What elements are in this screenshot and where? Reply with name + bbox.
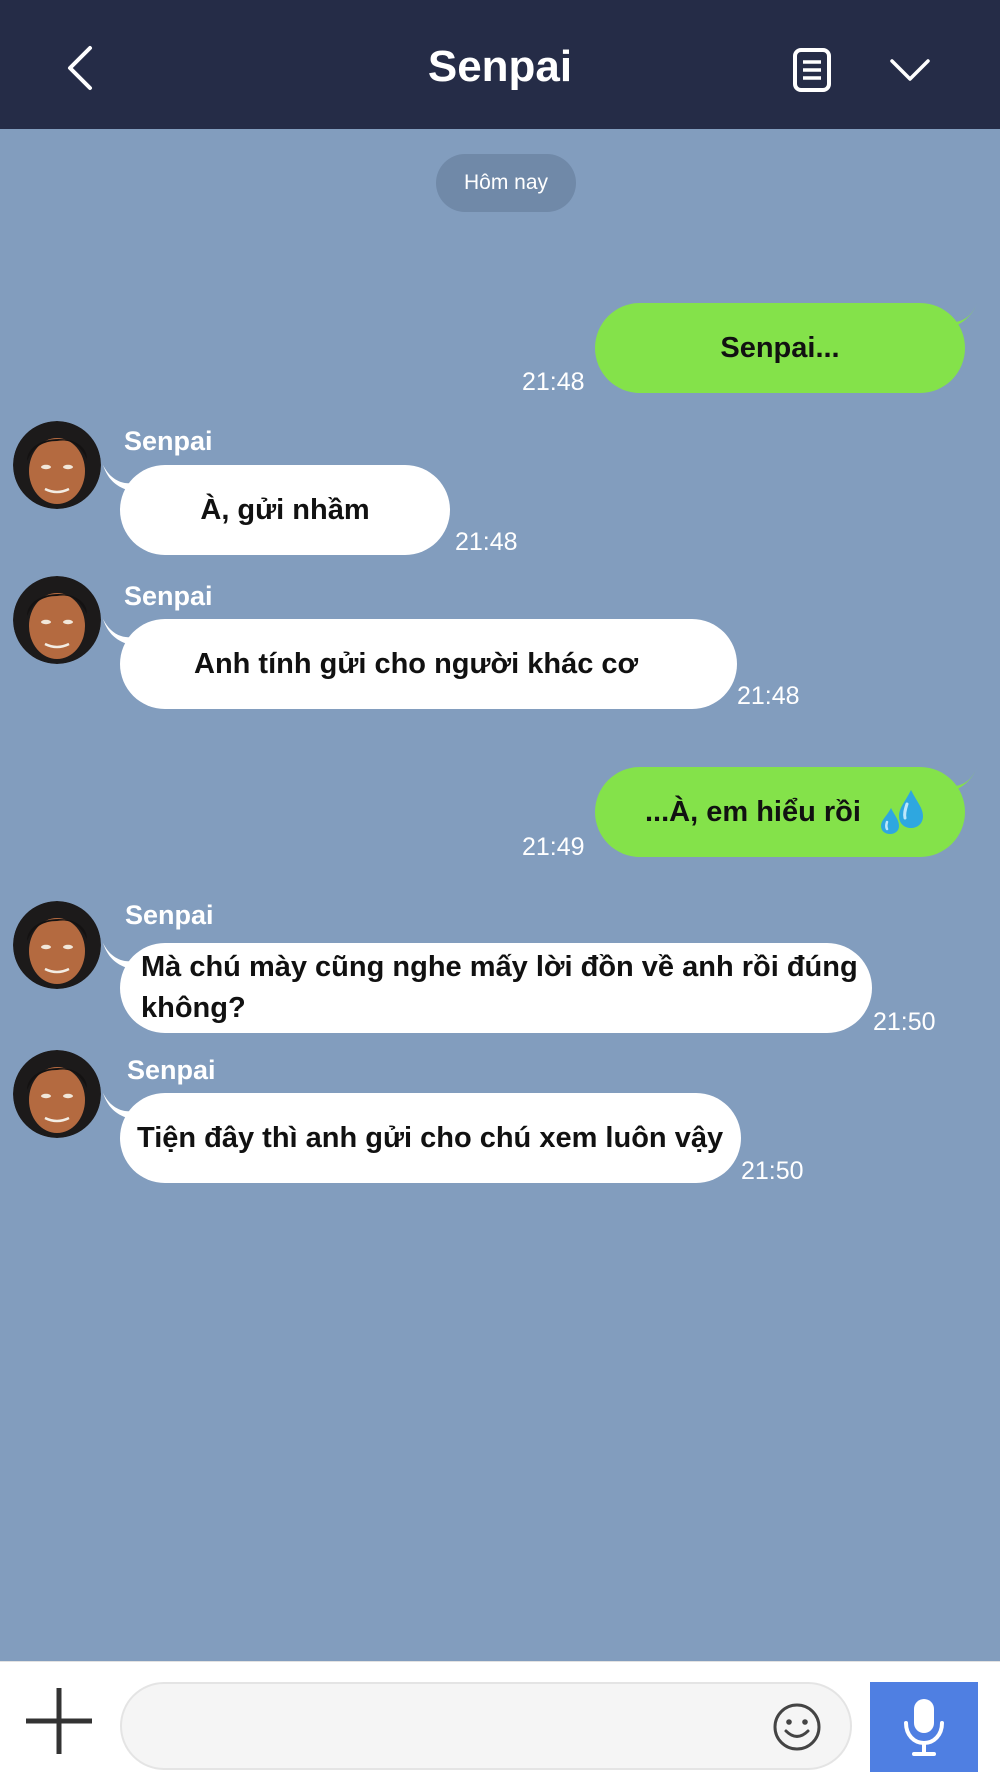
avatar[interactable] xyxy=(13,901,101,989)
message-text: Anh tính gửi cho người khác cơ xyxy=(194,647,639,680)
message-time: 21:50 xyxy=(873,1008,936,1036)
add-attachment-button[interactable] xyxy=(22,1684,96,1758)
message-time: 21:50 xyxy=(741,1157,804,1185)
message-bubble[interactable]: À, gửi nhầm xyxy=(120,465,450,555)
message-input-bar xyxy=(0,1661,1000,1778)
message-bubble[interactable]: Anh tính gửi cho người khác cơ xyxy=(120,619,737,709)
menu-dropdown-button[interactable] xyxy=(880,40,940,100)
chat-title: Senpai xyxy=(427,42,573,91)
chat-header: Senpai xyxy=(0,0,1000,129)
sender-name: Senpai xyxy=(125,900,214,930)
avatar-face-icon xyxy=(13,1050,101,1138)
message-time: 21:49 xyxy=(522,833,585,861)
emoji-button[interactable] xyxy=(770,1700,824,1754)
note-icon xyxy=(793,48,831,92)
avatar[interactable] xyxy=(13,576,101,664)
plus-icon xyxy=(26,1688,92,1754)
message-input[interactable] xyxy=(120,1682,852,1770)
message-bubble[interactable]: Senpai... xyxy=(595,303,965,393)
message-time: 21:48 xyxy=(737,682,800,710)
message-time: 21:48 xyxy=(522,368,585,396)
avatar-face-icon xyxy=(13,576,101,664)
message-text: Mà chú mày cũng nghe mấy lời đồn về anh … xyxy=(141,951,858,1024)
sender-name: Senpai xyxy=(124,581,213,611)
sender-name: Senpai xyxy=(127,1055,216,1085)
avatar-face-icon xyxy=(13,901,101,989)
message-bubble[interactable]: Tiện đây thì anh gửi cho chú xem luôn vậ… xyxy=(120,1093,741,1183)
avatar-face-icon xyxy=(13,421,101,509)
avatar[interactable] xyxy=(13,1050,101,1138)
message-text: Tiện đây thì anh gửi cho chú xem luôn vậ… xyxy=(137,1121,724,1154)
chevron-down-icon xyxy=(890,59,930,81)
microphone-icon xyxy=(904,1699,944,1756)
smiley-icon xyxy=(773,1703,821,1751)
message-text: À, gửi nhầm xyxy=(200,493,370,526)
message-text: ...À, em hiểu rồi xyxy=(645,795,861,828)
voice-message-button[interactable] xyxy=(870,1682,978,1772)
notes-button[interactable] xyxy=(780,40,844,100)
date-separator: Hôm nay xyxy=(436,154,576,212)
message-bubble[interactable]: Mà chú mày cũng nghe mấy lời đồn về anh … xyxy=(120,943,872,1033)
sender-name: Senpai xyxy=(124,426,213,456)
message-text: Senpai... xyxy=(720,331,840,364)
message-time: 21:48 xyxy=(455,528,518,556)
message-bubble[interactable]: ...À, em hiểu rồi xyxy=(595,767,965,857)
avatar[interactable] xyxy=(13,421,101,509)
sweat-drops-icon xyxy=(880,790,923,834)
